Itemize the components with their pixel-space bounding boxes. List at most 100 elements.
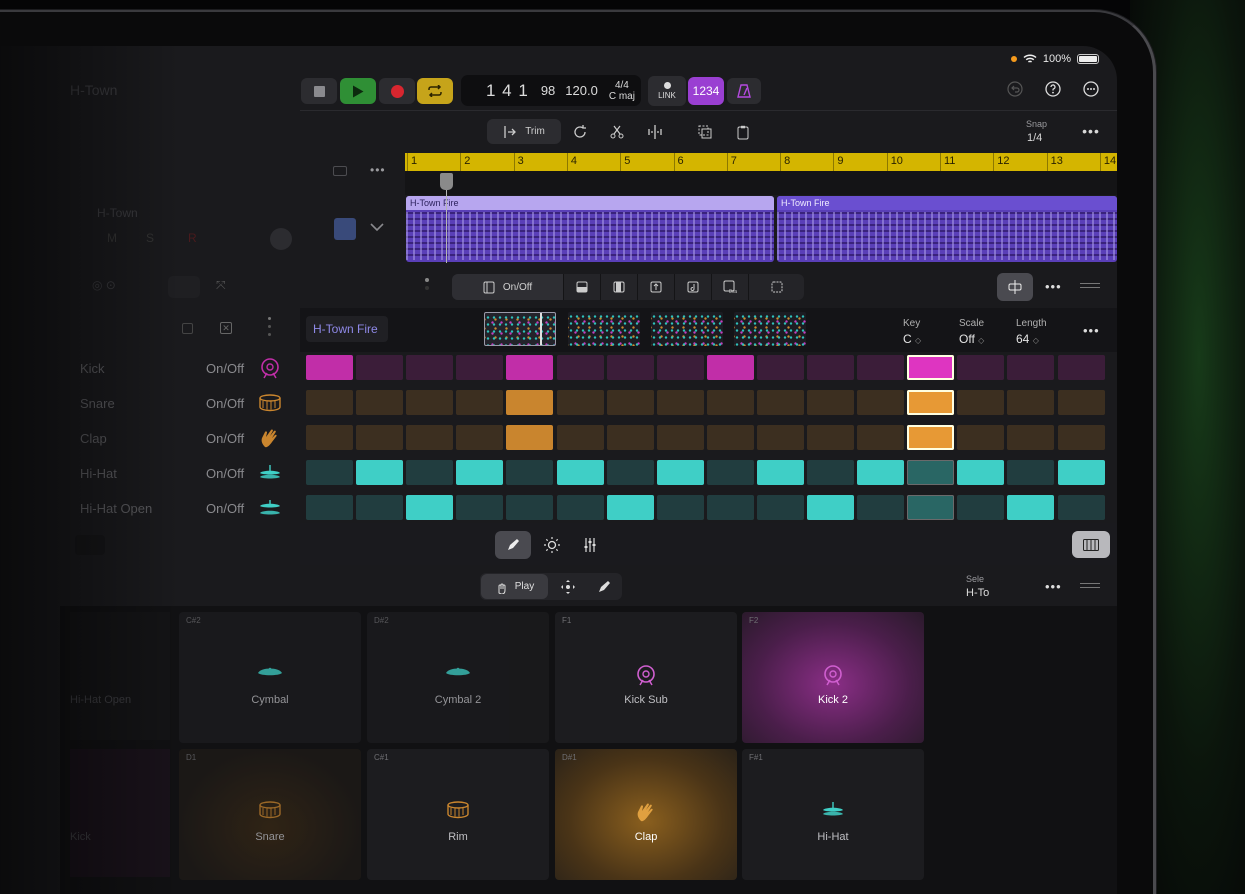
solo-button[interactable]: S — [146, 231, 154, 245]
sequencer-step[interactable] — [1057, 495, 1105, 520]
help-button[interactable] — [1038, 76, 1068, 102]
move-mode-button[interactable] — [553, 574, 583, 600]
drum-pad[interactable]: F2 Kick 2 — [742, 612, 924, 743]
loop-tool-button[interactable] — [565, 119, 595, 145]
sequencer-step[interactable] — [306, 495, 353, 520]
brightness-button[interactable] — [537, 532, 567, 558]
volume-knob[interactable] — [270, 228, 292, 250]
gate-mode-button[interactable] — [601, 274, 638, 300]
note-repeat-button[interactable] — [675, 274, 712, 300]
sequencer-step[interactable] — [957, 390, 1005, 415]
drag-handle-icon[interactable] — [1080, 583, 1100, 588]
sequencer-step[interactable] — [807, 425, 854, 450]
stop-button[interactable] — [301, 78, 337, 104]
sequencer-step[interactable] — [807, 390, 854, 415]
row-handle-icon[interactable] — [268, 317, 272, 339]
sequencer-step[interactable] — [907, 390, 955, 415]
sequencer-step[interactable] — [706, 355, 754, 380]
sequencer-step[interactable] — [506, 390, 554, 415]
sequencer-step[interactable] — [606, 355, 654, 380]
mixer-button[interactable] — [575, 532, 605, 558]
sequencer-step[interactable] — [807, 355, 854, 380]
pad-partial-left[interactable]: Kick — [70, 749, 170, 877]
pattern-page-thumbnail[interactable] — [734, 312, 806, 346]
sequencer-step[interactable] — [656, 355, 704, 380]
row-onoff-label[interactable]: On/Off — [206, 396, 244, 411]
sequencer-step[interactable] — [907, 460, 955, 485]
pattern-page-thumbnail[interactable] — [568, 312, 640, 346]
split-tool-button[interactable] — [640, 119, 670, 145]
metronome-button[interactable] — [727, 78, 761, 104]
sequencer-step[interactable] — [756, 390, 804, 415]
sequencer-row-label[interactable]: Hi-Hat Open — [80, 501, 152, 516]
drag-handle-icon[interactable] — [1080, 283, 1100, 288]
mute-button[interactable]: M — [107, 231, 117, 245]
sequencer-step[interactable] — [356, 460, 404, 485]
sequencer-step[interactable] — [907, 425, 955, 450]
more-menu-button[interactable] — [1076, 76, 1106, 102]
clear-icon[interactable]: ✕ — [220, 322, 232, 334]
sequencer-row-label[interactable]: Clap — [80, 431, 107, 446]
sequencer-step[interactable] — [957, 355, 1005, 380]
pad-more-icon[interactable]: ••• — [1045, 579, 1062, 594]
sequencer-step[interactable] — [306, 355, 353, 380]
handle-dots-icon[interactable] — [425, 278, 429, 294]
sequencer-step[interactable] — [957, 425, 1005, 450]
sequencer-step[interactable] — [456, 355, 504, 380]
sequencer-row-label[interactable]: Kick — [80, 361, 105, 376]
sequencer-step[interactable] — [1057, 355, 1105, 380]
sequencer-step[interactable] — [706, 495, 754, 520]
playhead-handle[interactable] — [440, 173, 453, 190]
play-mode-button[interactable]: Play — [481, 574, 548, 599]
sequencer-step[interactable] — [807, 495, 854, 520]
sequencer-step[interactable] — [356, 495, 404, 520]
sequencer-step[interactable] — [1057, 390, 1105, 415]
onoff-mode-button[interactable]: On/Off — [452, 274, 564, 300]
sequencer-step[interactable] — [756, 355, 804, 380]
step-more-icon[interactable]: ••• — [1045, 279, 1062, 294]
sequencer-step[interactable] — [756, 425, 804, 450]
trim-tool-button[interactable]: Trim — [487, 119, 561, 144]
time-signature-key[interactable]: 4/4 C maj — [609, 80, 635, 102]
octave-button[interactable]: 8va — [712, 274, 749, 300]
link-button[interactable]: LINK — [648, 76, 686, 106]
sequencer-step[interactable] — [656, 390, 704, 415]
undo-button[interactable] — [1000, 76, 1030, 102]
collapse-button[interactable] — [75, 535, 105, 555]
sequencer-step[interactable] — [456, 460, 504, 485]
sequencer-step[interactable] — [356, 355, 404, 380]
sequencer-step[interactable] — [506, 355, 554, 380]
step-select-button[interactable] — [749, 274, 804, 300]
sequencer-step[interactable] — [606, 425, 654, 450]
drum-pad[interactable]: C#2 Cymbal — [179, 612, 361, 743]
sequencer-step[interactable] — [957, 460, 1005, 485]
edit-more-button[interactable]: ••• — [1076, 118, 1106, 144]
sequencer-step[interactable] — [306, 425, 353, 450]
drum-pad[interactable]: F#1 Hi-Hat — [742, 749, 924, 880]
sequencer-step[interactable] — [606, 495, 654, 520]
sequencer-step[interactable] — [857, 495, 905, 520]
cycle-button[interactable] — [417, 78, 453, 104]
track-view-icon[interactable] — [333, 166, 347, 176]
sequencer-step[interactable] — [556, 425, 604, 450]
sequencer-step[interactable] — [406, 495, 454, 520]
midi-region[interactable]: H-Town Fire — [777, 196, 1117, 262]
sequencer-step[interactable] — [656, 495, 704, 520]
sequencer-step[interactable] — [356, 390, 404, 415]
row-onoff-label[interactable]: On/Off — [206, 361, 244, 376]
sequencer-step[interactable] — [406, 355, 454, 380]
select-region-button[interactable] — [690, 119, 720, 145]
sequencer-step[interactable] — [406, 460, 454, 485]
chevron-down-icon[interactable] — [370, 223, 384, 232]
sequencer-step[interactable] — [306, 460, 353, 485]
drum-pad[interactable]: D#2 Cymbal 2 — [367, 612, 549, 743]
pencil-mode-button[interactable] — [495, 531, 531, 559]
sequencer-step[interactable] — [306, 390, 353, 415]
sequencer-step[interactable] — [706, 460, 754, 485]
sequencer-step[interactable] — [506, 460, 554, 485]
offset-mode-button[interactable] — [638, 274, 675, 300]
sequencer-step[interactable] — [756, 460, 804, 485]
sequencer-step[interactable] — [857, 425, 905, 450]
drum-pad[interactable]: C#1 Rim — [367, 749, 549, 880]
project-title[interactable]: H-Town — [70, 82, 117, 98]
